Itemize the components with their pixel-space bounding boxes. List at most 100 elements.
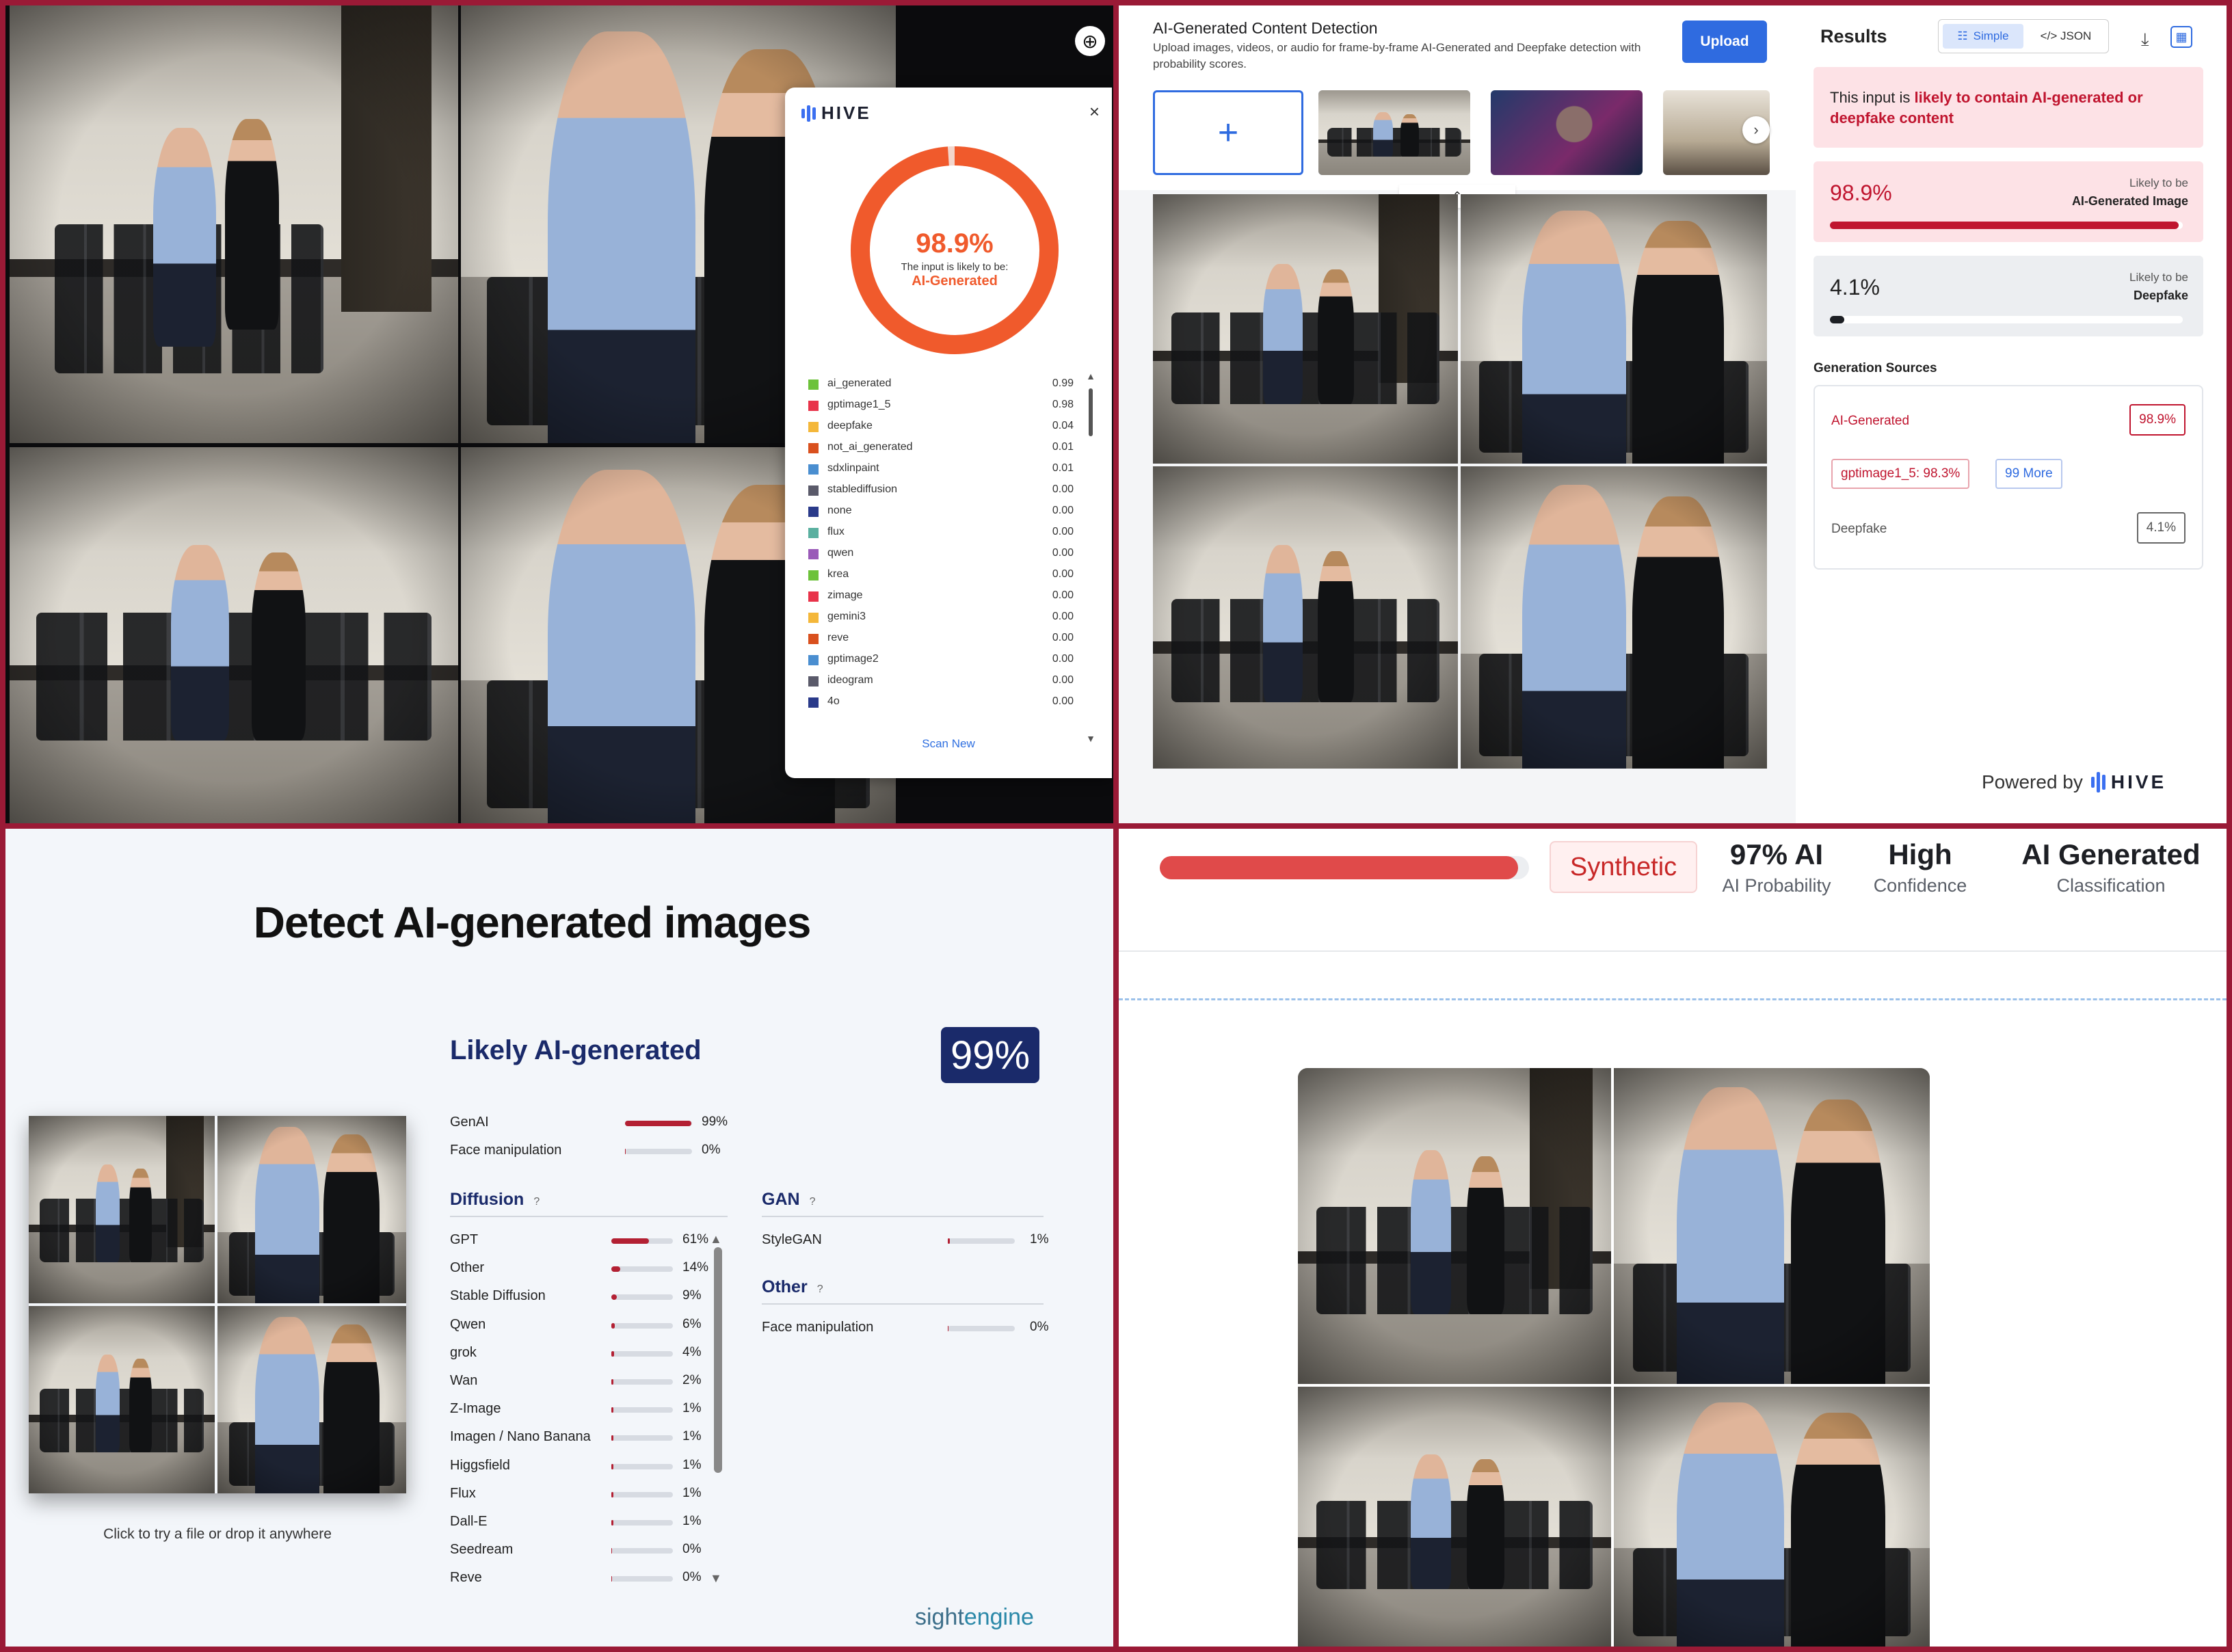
score-badge: 99% xyxy=(941,1027,1039,1083)
metric-track xyxy=(611,1238,673,1244)
score-row: deepfake 0.04 xyxy=(806,417,1079,438)
brand-part-b: engine xyxy=(964,1604,1034,1630)
metric-fill xyxy=(611,1266,620,1273)
source-ai-value: 98.9% xyxy=(2129,404,2186,436)
score-swatch xyxy=(808,655,819,665)
metric-value: 6% xyxy=(682,1316,702,1331)
help-icon[interactable]: ? xyxy=(810,1196,816,1208)
hive-logo-text: HIVE xyxy=(821,103,871,123)
more-sources-button[interactable]: 99 More xyxy=(1995,459,2062,489)
metric-row: grok 4% xyxy=(450,1342,717,1364)
score-name: sdxlinpaint xyxy=(827,462,879,474)
stat-classification: AI Generated Classification xyxy=(2012,838,2210,896)
scroll-down-icon[interactable]: ▼ xyxy=(710,1571,722,1586)
synthetic-badge: Synthetic xyxy=(1550,841,1697,893)
scan-new-link[interactable]: Scan New xyxy=(785,737,1112,751)
metric-row: Z-Image 1% xyxy=(450,1398,717,1420)
score-value: 0.00 xyxy=(1052,674,1074,686)
simple-view-button[interactable]: ☷ Simple xyxy=(1943,24,2023,49)
other-heading: Other? xyxy=(762,1277,823,1297)
metric-row: Imagen / Nano Banana 1% xyxy=(450,1426,717,1448)
page-title: AI-Generated Content Detection xyxy=(1153,19,1378,37)
thumbnail-cyberpunk[interactable] xyxy=(1491,90,1643,175)
download-icon[interactable]: ⤓ xyxy=(2141,29,2149,51)
metric-name: Flux xyxy=(450,1485,476,1501)
score-swatch xyxy=(808,379,819,390)
deepfake-probability-card: 4.1% Likely to be Deepfake xyxy=(1814,256,2203,336)
scrollbar-thumb[interactable] xyxy=(714,1247,722,1473)
scrollbar-thumb[interactable] xyxy=(1089,388,1093,436)
thumbnail-selected[interactable] xyxy=(1318,90,1470,175)
metric-track xyxy=(611,1407,673,1413)
metric-value: 0% xyxy=(1030,1320,1049,1334)
add-file-tile[interactable]: + xyxy=(1153,90,1303,175)
metric-row: Qwen 6% xyxy=(450,1314,717,1336)
json-view-button[interactable]: </> JSON xyxy=(2026,24,2105,49)
metric-track xyxy=(611,1266,673,1273)
score-value: 0.00 xyxy=(1052,483,1074,495)
hive-extension-panel: ⊕ HIVE × 98.9% The input is likely to be… xyxy=(5,5,1113,823)
scroll-up-icon[interactable]: ▲ xyxy=(710,1232,722,1247)
score-row: krea 0.00 xyxy=(806,565,1079,587)
metric-value: 1% xyxy=(682,1485,702,1500)
score-value: 0.00 xyxy=(1052,695,1074,707)
stat-label: Confidence xyxy=(1873,875,1967,896)
metric-fill xyxy=(625,1149,626,1154)
score-value: 0.99 xyxy=(1052,377,1074,389)
simple-label: Simple xyxy=(1973,29,2009,42)
metric-fill xyxy=(611,1435,613,1441)
stat-label: Classification xyxy=(2056,875,2166,896)
metric-track xyxy=(611,1520,673,1526)
metric-row: Face manipulation 0% xyxy=(762,1317,1064,1339)
source-deepfake-label: Deepfake xyxy=(1831,522,1887,536)
score-swatch xyxy=(808,634,819,644)
powered-by-footer: Powered by HIVE xyxy=(1982,771,2166,793)
gpt-source-chip[interactable]: gptimage1_5: 98.3% xyxy=(1831,459,1970,489)
metric-fill xyxy=(611,1350,614,1357)
metric-value: 9% xyxy=(682,1288,702,1303)
score-name: none xyxy=(827,505,852,516)
uploaded-image[interactable] xyxy=(29,1116,406,1493)
metric-name: Dall-E xyxy=(450,1514,488,1529)
stat-confidence: High Confidence xyxy=(1859,838,1982,896)
score-swatch xyxy=(808,591,819,602)
chevron-right-icon[interactable]: › xyxy=(1742,116,1770,144)
score-name: ai_generated xyxy=(827,377,892,389)
metric-track xyxy=(611,1435,673,1441)
scroll-up-icon[interactable]: ▲ xyxy=(1086,371,1095,382)
help-icon[interactable]: ? xyxy=(817,1283,823,1295)
score-value: 0.00 xyxy=(1052,589,1074,601)
score-row: 4o 0.00 xyxy=(806,693,1079,714)
score-value: 0.00 xyxy=(1052,632,1074,643)
metric-value: 99% xyxy=(702,1115,728,1129)
verdict-heading: Likely AI-generated xyxy=(450,1035,702,1065)
ai-probability-value: 98.9% xyxy=(1830,181,1892,205)
zoom-in-icon[interactable]: ⊕ xyxy=(1075,26,1105,56)
diffusion-title: Diffusion xyxy=(450,1190,524,1209)
hive-webapp-panel: AI-Generated Content Detection Upload im… xyxy=(1119,5,2227,823)
diffusion-heading: Diffusion? xyxy=(450,1190,540,1210)
score-value: 0.04 xyxy=(1052,420,1074,431)
ai-probability-fill xyxy=(1160,856,1518,879)
stat-value: 97% AI xyxy=(1729,838,1824,870)
metric-row: GenAI 99% xyxy=(450,1112,736,1134)
metric-value: 2% xyxy=(682,1373,702,1387)
diffusion-divider xyxy=(450,1216,728,1217)
metric-track xyxy=(611,1491,673,1497)
help-icon[interactable]: ? xyxy=(533,1196,540,1208)
qr-grid-icon[interactable]: ▦ xyxy=(2170,26,2192,48)
metric-fill xyxy=(611,1520,613,1526)
close-icon[interactable]: × xyxy=(1089,101,1100,122)
alert-prefix: This input is xyxy=(1830,89,1915,106)
upload-button[interactable]: Upload xyxy=(1682,21,1767,63)
metric-name: Seedream xyxy=(450,1542,514,1558)
brand-part-a: sight xyxy=(915,1604,964,1630)
deepfake-card-line2: Deepfake xyxy=(2133,289,2188,302)
metric-track xyxy=(625,1121,692,1126)
hive-logo: HIVE xyxy=(801,103,871,124)
score-value: 0.00 xyxy=(1052,611,1074,622)
metric-value: 0% xyxy=(682,1542,702,1557)
metric-value: 1% xyxy=(682,1514,702,1528)
deepfake-card-line1: Likely to be xyxy=(2129,271,2188,284)
deepfake-probability-bar xyxy=(1830,316,2183,323)
